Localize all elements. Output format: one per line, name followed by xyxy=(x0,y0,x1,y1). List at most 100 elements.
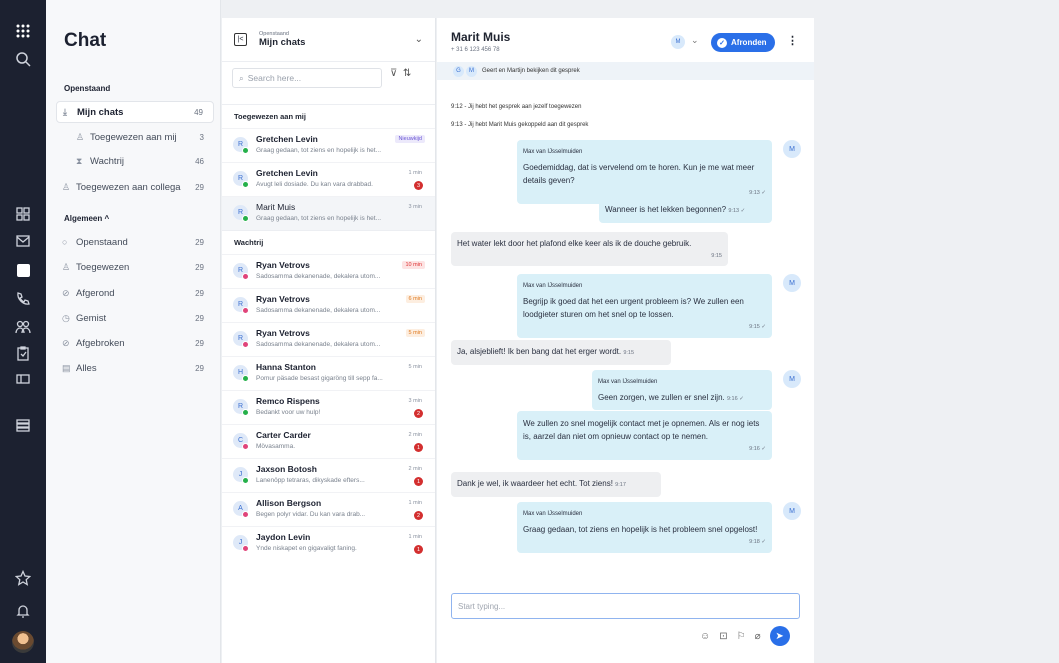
contact-name: Jaydon Levin xyxy=(256,532,311,542)
chat-list-item[interactable]: A Allison Bergson Begen polyr vidar. Du ka… xyxy=(222,492,435,526)
send-button[interactable]: ➤ xyxy=(769,626,790,646)
chat-icon[interactable] xyxy=(0,257,46,283)
chat-list-item[interactable]: R Marit Muis Graag gedaan, tot ziens en ho… xyxy=(222,196,435,230)
more-icon[interactable]: ⋮ xyxy=(787,34,798,47)
group-assigned: Toegewezen aan mij xyxy=(222,104,435,128)
check-icon: ✓ xyxy=(717,37,727,48)
nav-label: Openstaand xyxy=(76,236,128,248)
unread-badge: 2 xyxy=(414,409,423,418)
section-general[interactable]: Algemeen ^ xyxy=(64,214,109,223)
nav-label: Toegewezen xyxy=(76,261,130,273)
nav-open[interactable]: ○ Openstaand 29 xyxy=(56,231,214,253)
nav-label: Toegewezen aan mij xyxy=(90,131,177,143)
template-icon[interactable]: ⊡ xyxy=(719,631,727,642)
time-tag: 5 min xyxy=(408,364,422,370)
message-time: 9:13 ✓ xyxy=(728,208,746,214)
message-in: Het water lekt door het plafond elke kee… xyxy=(451,232,728,266)
nav-assigned-colleague[interactable]: ♙ Toegewezen aan collega 29 xyxy=(56,176,214,198)
channel-icon xyxy=(242,409,249,416)
time-tag: 1 min xyxy=(408,500,422,506)
message-preview: Sadosamma dekanenade, dekalera utom... xyxy=(256,341,381,348)
unread-badge: 1 xyxy=(414,443,423,452)
contacts-icon[interactable] xyxy=(0,314,46,340)
message-text: Het water lekt door het plafond elke kee… xyxy=(457,239,692,248)
watcher-avatar: M xyxy=(466,65,477,77)
channel-icon xyxy=(242,545,249,552)
nav-count: 3 xyxy=(199,132,204,142)
nav-completed[interactable]: ⊘ Afgerond 29 xyxy=(56,282,214,304)
message-preview: Sadosamma dekanenade, dekalera utom... xyxy=(256,307,381,314)
message-text: Goedemiddag, dat is vervelend om te hore… xyxy=(523,163,755,185)
emoji-icon[interactable]: ☺ xyxy=(700,631,710,642)
collapse-icon[interactable]: |< xyxy=(234,33,247,46)
ticket-icon[interactable] xyxy=(0,366,46,392)
finish-button[interactable]: ✓ Afronden xyxy=(711,33,775,52)
chat-list-item[interactable]: H Hanna Stanton Pomur päsade besast gigarö… xyxy=(222,356,435,390)
attach-icon[interactable]: ⌀ xyxy=(755,631,761,642)
message-out: Max van IJsselmuiden Geen zorgen, we zull… xyxy=(592,370,772,410)
message-preview: Pomur päsade besast gigaröng till sepp f… xyxy=(256,375,383,382)
bell-icon[interactable] xyxy=(0,598,46,624)
queue-icon: ⧗ xyxy=(76,155,83,166)
chat-list-item[interactable]: R Ryan Vetrovs Sadosamma dekanenade, dekal… xyxy=(222,288,435,322)
nav-queue[interactable]: ⧗ Wachtrij 46 xyxy=(56,150,214,172)
user-icon: ♙ xyxy=(62,261,71,272)
message-preview: Ynde niskapet en gigavaligt faning. xyxy=(256,545,357,552)
contact-name: Jaxson Botosh xyxy=(256,464,317,474)
chat-list-item[interactable]: C Carter Carder Mövasamma. 2 min 1 xyxy=(222,424,435,458)
chat-list-item[interactable]: R Gretchen Levin Avugt leli dosiade. Du ka… xyxy=(222,162,435,196)
message-text: Geen zorgen, we zullen er snel zijn. xyxy=(598,393,725,402)
nav-aborted[interactable]: ⊘ Afgebroken 29 xyxy=(56,332,214,354)
contact-name: Ryan Vetrovs xyxy=(256,260,310,270)
search-icon[interactable] xyxy=(0,46,46,72)
filter-icon[interactable]: ⊽ ⇅ xyxy=(390,68,411,79)
chat-list-item[interactable]: R Remco Rispens Bedankt voor uw hulp! 3 min… xyxy=(222,390,435,424)
nav-my-chats[interactable]: ⤓ Mijn chats 49 xyxy=(56,101,214,123)
chat-list-item[interactable]: R Ryan Vetrovs Sadosamma dekanenade, dekal… xyxy=(222,322,435,356)
chat-list-item[interactable]: J Jaxson Botosh Lanenöpp tetraras, dikyska… xyxy=(222,458,435,492)
message-text: Graag gedaan, tot ziens en hopelijk is h… xyxy=(523,525,758,534)
nav-assigned-to-me[interactable]: ♙ Toegewezen aan mij 3 xyxy=(56,126,214,148)
dashboard-icon[interactable] xyxy=(0,201,46,227)
nav-label: Wachtrij xyxy=(90,155,124,167)
message-preview: Begen polyr vidar. Du kan vara drab... xyxy=(256,511,366,518)
nav-all[interactable]: ▤ Alles 29 xyxy=(56,357,214,379)
assignee-avatar[interactable]: M xyxy=(671,35,685,49)
list-header[interactable]: |< Openstaand Mijn chats ⌄ xyxy=(222,18,435,62)
unread-badge: 2 xyxy=(414,511,423,520)
message-input[interactable]: Start typing... xyxy=(451,593,800,619)
mail-icon[interactable] xyxy=(0,228,46,254)
user-avatar[interactable] xyxy=(12,631,34,653)
message-out: Max van IJsselmuiden Begrijp ik goed dat … xyxy=(517,274,772,338)
chat-list-item[interactable]: R Ryan Vetrovs Sadosamma dekanenade, dekal… xyxy=(222,254,435,288)
nav-missed[interactable]: ◷ Gemist 29 xyxy=(56,307,214,329)
nav-assigned[interactable]: ♙ Toegewezen 29 xyxy=(56,256,214,278)
time-tag: 1 min xyxy=(408,170,422,176)
nav-label: Gemist xyxy=(76,312,107,324)
search-input[interactable]: ⌕ Search here... xyxy=(232,68,382,88)
system-message: 9:12 - Jij hebt het gesprek aan jezelf t… xyxy=(451,104,582,110)
system-message: 9:13 - Jij hebt Marit Muis gekoppeld aan… xyxy=(451,122,589,128)
chat-list-item[interactable]: R Gretchen Levin Graag gedaan, tot ziens e… xyxy=(222,128,435,162)
message-preview: Sadosamma dekanenade, dekalera utom... xyxy=(256,273,381,280)
flag-icon[interactable]: ⚐ xyxy=(737,631,746,642)
circle-icon: ○ xyxy=(62,237,68,247)
phone-icon[interactable] xyxy=(0,286,46,312)
list-icon: ▤ xyxy=(62,362,71,373)
clipboard-icon[interactable] xyxy=(0,340,46,366)
apps-grid-icon[interactable] xyxy=(0,18,46,44)
time-tag: 10 min xyxy=(402,261,425,269)
message-time: 9:15 xyxy=(623,350,635,356)
message-in: Ja, alsjeblieft! Ik ben bang dat het erg… xyxy=(451,340,671,365)
channel-icon xyxy=(242,307,249,314)
star-icon[interactable] xyxy=(0,565,46,591)
archive-icon[interactable] xyxy=(0,412,46,438)
list-header-title: Mijn chats xyxy=(259,37,306,48)
chevron-down-icon[interactable]: ⌄ xyxy=(691,35,699,46)
conversation-header: Marit Muis + 31 6 123 456 78 M ⌄ ✓ Afrond… xyxy=(437,18,814,62)
chat-list-item[interactable]: J Jaydon Levin Ynde niskapet en gigavaligt… xyxy=(222,526,435,560)
time-tag: 2 min xyxy=(408,432,422,438)
nav-label: Alles xyxy=(76,362,97,374)
contact-name: Carter Carder xyxy=(256,430,311,440)
chevron-down-icon[interactable]: ⌄ xyxy=(415,34,423,45)
